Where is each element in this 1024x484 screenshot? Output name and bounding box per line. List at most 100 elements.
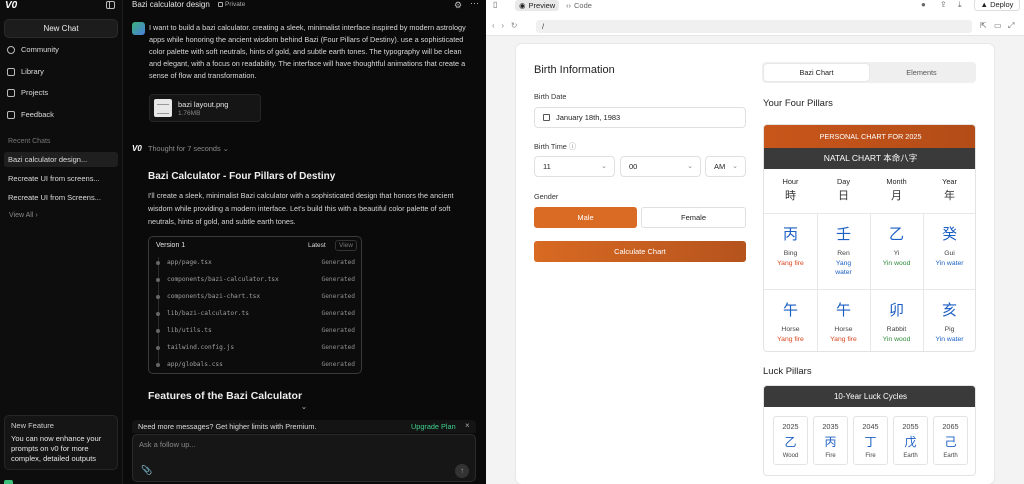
luck-pillar[interactable]: 2055 戊 Earth bbox=[893, 416, 928, 465]
stem-cell[interactable]: 壬 Ren Yang water bbox=[817, 213, 870, 289]
branch-cell[interactable]: 卯 Rabbit Yin wood bbox=[870, 289, 923, 351]
url-bar[interactable]: / bbox=[536, 20, 972, 33]
tab-preview[interactable]: ◉ Preview bbox=[515, 0, 560, 11]
github-icon[interactable]: ● bbox=[921, 0, 926, 9]
calculate-chart-button[interactable]: Calculate Chart bbox=[534, 241, 746, 262]
file-row[interactable]: lib/utils.ts Generated bbox=[149, 326, 361, 338]
branch-cell[interactable]: 午 Horse Yang fire bbox=[764, 289, 817, 351]
calendar-icon bbox=[543, 114, 550, 121]
ampm-value: AM bbox=[714, 162, 726, 171]
new-feature-card[interactable]: New Feature You can now enhance your pro… bbox=[4, 415, 118, 470]
refresh-icon[interactable]: ↻ bbox=[511, 21, 518, 30]
hour-select[interactable]: 11 ⌄ bbox=[534, 156, 615, 177]
branch-cell[interactable]: 亥 Pig Yin water bbox=[923, 289, 975, 351]
pillar-header-en: Hour bbox=[782, 177, 799, 186]
file-row[interactable]: components/bazi-chart.tsx Generated bbox=[149, 292, 361, 304]
branch-cell[interactable]: 午 Horse Yang fire bbox=[817, 289, 870, 351]
projects-icon bbox=[7, 88, 15, 97]
paperclip-icon[interactable]: 📎 bbox=[141, 465, 152, 476]
preview-toolbar: ◉ Preview ‹› Code ▯ ● ⇪ ⤓ ▲ Deploy ‹ › ↻ /… bbox=[486, 0, 1024, 36]
file-status: Generated bbox=[321, 310, 355, 317]
file-row[interactable]: app/globals.css Generated bbox=[149, 360, 361, 372]
download-icon[interactable]: ⤓ bbox=[958, 0, 962, 10]
file-row[interactable]: tailwind.config.js Generated bbox=[149, 343, 361, 355]
sidebar-item-projects[interactable]: Projects bbox=[7, 88, 48, 97]
personal-chart-banner: PERSONAL CHART FOR 2025 bbox=[764, 125, 975, 148]
sidebar-toggle-icon[interactable] bbox=[106, 1, 115, 9]
sidebar-item-label: Community bbox=[21, 45, 59, 54]
tab-code[interactable]: ‹› Code bbox=[566, 0, 592, 11]
recent-chat-item[interactable]: Recreate UI from Screens... bbox=[4, 190, 118, 205]
version-card[interactable]: Version 1 Latest View app/page.tsx Genera… bbox=[148, 236, 362, 374]
scroll-down-icon[interactable]: ⌄ bbox=[297, 402, 311, 414]
file-dot-icon bbox=[156, 329, 160, 333]
attachment-card[interactable]: bazi layout.png 1.76MB bbox=[149, 94, 261, 122]
luck-pillar[interactable]: 2045 丁 Fire bbox=[853, 416, 888, 465]
chart-tabs: Bazi Chart Elements bbox=[762, 62, 976, 83]
stem-pinyin: Gui bbox=[944, 250, 955, 257]
birth-date-field[interactable]: January 18th, 1983 bbox=[534, 107, 746, 128]
tab-elements[interactable]: Elements bbox=[869, 64, 974, 81]
file-row[interactable]: app/page.tsx Generated bbox=[149, 258, 361, 270]
deploy-button[interactable]: ▲ Deploy bbox=[974, 0, 1020, 11]
pillar-header-en: Year bbox=[942, 177, 957, 186]
device-icon[interactable]: ▭ bbox=[994, 21, 1002, 30]
forward-icon[interactable]: › bbox=[501, 21, 504, 30]
luck-year: 2045 bbox=[862, 422, 879, 431]
tab-bazi-chart[interactable]: Bazi Chart bbox=[764, 64, 869, 81]
view-all-link[interactable]: View All › bbox=[9, 212, 38, 219]
stem-element: Yang fire bbox=[777, 260, 804, 267]
file-row[interactable]: components/bazi-calculator.tsx Generated bbox=[149, 275, 361, 287]
share-icon[interactable]: ⇪ bbox=[940, 0, 947, 9]
follow-up-input[interactable] bbox=[139, 440, 439, 449]
panel-toggle-icon[interactable]: ▯ bbox=[493, 0, 497, 9]
luck-pillar[interactable]: 2065 己 Earth bbox=[933, 416, 968, 465]
ampm-select[interactable]: AM ⌄ bbox=[705, 156, 746, 177]
thought-toggle[interactable]: Thought for 7 seconds ⌄ bbox=[148, 144, 229, 153]
luck-pillars-heading: Luck Pillars bbox=[763, 366, 812, 377]
male-button[interactable]: Male bbox=[534, 207, 637, 228]
luck-pillar[interactable]: 2025 乙 Wood bbox=[773, 416, 808, 465]
new-chat-button[interactable]: New Chat bbox=[4, 19, 118, 38]
stem-char: 丙 bbox=[782, 225, 798, 243]
recent-chat-item[interactable]: Bazi calculator design... bbox=[4, 152, 118, 167]
v0-logo[interactable]: V0 bbox=[5, 0, 23, 11]
visibility-badge[interactable]: Private bbox=[218, 1, 245, 8]
sidebar-item-library[interactable]: Library bbox=[7, 67, 44, 76]
luck-pillar[interactable]: 2035 丙 Fire bbox=[813, 416, 848, 465]
recent-chat-item[interactable]: Recreate UI from screens... bbox=[4, 171, 118, 186]
sidebar: V0 New Chat Community Library Projects F… bbox=[0, 0, 123, 484]
chat-title[interactable]: Bazi calculator design bbox=[132, 0, 210, 9]
sidebar-item-feedback[interactable]: Feedback bbox=[7, 110, 54, 119]
stem-cell[interactable]: 乙 Yi Yin wood bbox=[870, 213, 923, 289]
fullscreen-icon[interactable]: ⤢ bbox=[1008, 21, 1014, 31]
back-icon[interactable]: ‹ bbox=[492, 21, 495, 30]
view-button[interactable]: View bbox=[335, 240, 357, 251]
stem-element: Yang water bbox=[835, 260, 852, 276]
send-button[interactable]: ↑ bbox=[455, 464, 469, 478]
app-root: V0 New Chat Community Library Projects F… bbox=[0, 0, 1024, 484]
file-dot-icon bbox=[156, 363, 160, 367]
upgrade-plan-link[interactable]: Upgrade Plan bbox=[411, 422, 456, 431]
deploy-label: Deploy bbox=[990, 0, 1014, 9]
luck-element: Fire bbox=[825, 453, 836, 459]
select-element-icon[interactable]: ⇱ bbox=[980, 21, 987, 30]
stem-cell[interactable]: 丙 Bing Yang fire bbox=[764, 213, 817, 289]
luck-char: 己 bbox=[944, 435, 957, 449]
gear-icon[interactable]: ⚙ bbox=[454, 0, 462, 11]
file-row[interactable]: lib/bazi-calculator.ts Generated bbox=[149, 309, 361, 321]
answer-heading: Bazi Calculator - Four Pillars of Destin… bbox=[148, 171, 336, 182]
close-icon[interactable]: × bbox=[465, 421, 470, 430]
avatar[interactable] bbox=[4, 480, 13, 484]
female-button[interactable]: Female bbox=[641, 207, 746, 228]
column-divider bbox=[870, 213, 871, 351]
file-status: Generated bbox=[321, 293, 355, 300]
more-options-icon[interactable]: ⋯ bbox=[470, 0, 479, 9]
library-icon bbox=[7, 67, 15, 76]
sidebar-item-community[interactable]: Community bbox=[7, 45, 59, 54]
stem-char: 壬 bbox=[835, 225, 851, 243]
minute-select[interactable]: 00 ⌄ bbox=[620, 156, 701, 177]
stem-cell[interactable]: 癸 Gui Yin water bbox=[923, 213, 975, 289]
info-icon[interactable]: ⓘ bbox=[569, 142, 576, 151]
thought-label: Thought for 7 seconds bbox=[148, 144, 221, 153]
